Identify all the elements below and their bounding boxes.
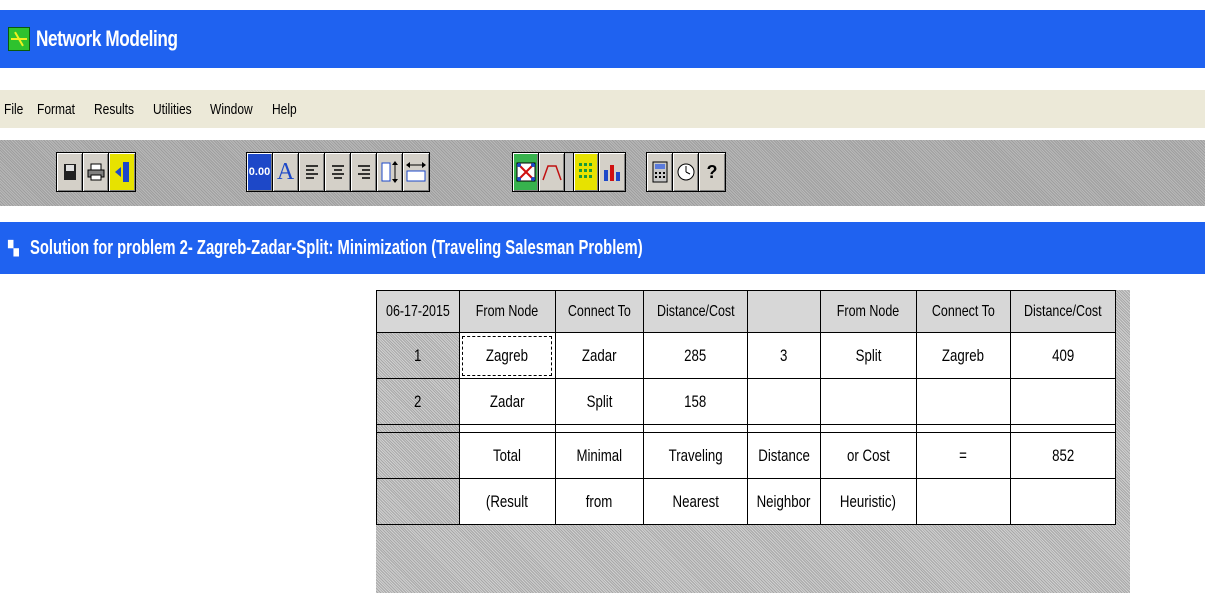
bar-chart-icon[interactable] — [599, 153, 625, 191]
table-cell[interactable] — [1009, 478, 1116, 525]
table-cell[interactable]: Total — [458, 432, 556, 479]
table-row: (Result from Nearest Neighbor Heuristic) — [376, 478, 1116, 525]
table-cell[interactable]: Zadar — [554, 332, 644, 379]
align-left-icon[interactable] — [299, 153, 325, 191]
align-center-icon[interactable] — [325, 153, 351, 191]
solution-window-titlebar[interactable]: ▚ Solution for problem 2- Zagreb-Zadar-S… — [0, 222, 1205, 274]
row-number[interactable]: 2 — [376, 378, 460, 425]
menu-file[interactable]: File — [4, 101, 23, 118]
clock-icon[interactable] — [673, 153, 699, 191]
table-cell[interactable] — [1009, 378, 1116, 425]
table-row: 2 Zadar Split 158 — [376, 378, 1116, 425]
header-connect-to[interactable]: Connect To — [554, 290, 644, 333]
table-cell[interactable]: Traveling — [642, 432, 748, 479]
header-distance-cost[interactable]: Distance/Cost — [1009, 290, 1116, 333]
table-cell — [915, 424, 1011, 433]
table-cell[interactable]: Split — [819, 332, 917, 379]
app-title: Network Modeling — [36, 26, 178, 51]
document-window-icon: ▚ — [8, 240, 19, 256]
table-cell[interactable]: (Result — [458, 478, 556, 525]
toolbar-group-tools: ? — [646, 152, 726, 192]
table-cell — [554, 424, 644, 433]
table-cell[interactable]: 285 — [642, 332, 748, 379]
decimal-format-icon[interactable]: 0.00 — [247, 153, 273, 191]
table-cell — [819, 424, 917, 433]
table-row: 1 Zagreb Zadar 285 3 Split Zagreb 409 — [376, 332, 1116, 379]
curve-chart-icon[interactable] — [539, 153, 565, 191]
header-connect-to[interactable]: Connect To — [915, 290, 1011, 333]
table-cell[interactable] — [819, 378, 917, 425]
print-icon[interactable] — [83, 153, 109, 191]
row-number[interactable]: 1 — [376, 332, 460, 379]
table-cell — [642, 424, 748, 433]
table-cell[interactable] — [915, 378, 1011, 425]
toolbar-group-format: 0.00 A — [246, 152, 430, 192]
toolbar: 0.00 A ? — [0, 140, 1205, 206]
grid-view-icon[interactable] — [573, 153, 599, 191]
table-cell[interactable]: Distance — [746, 432, 821, 479]
table-cell[interactable]: 3 — [746, 332, 821, 379]
table-cell[interactable] — [746, 378, 821, 425]
header-blank[interactable] — [746, 290, 821, 333]
row-number[interactable] — [376, 478, 460, 525]
toolbar-group-file — [56, 152, 136, 192]
table-cell[interactable]: from — [554, 478, 644, 525]
row-number[interactable] — [376, 432, 460, 479]
table-cell[interactable]: Heuristic) — [819, 478, 917, 525]
header-distance-cost[interactable]: Distance/Cost — [642, 290, 748, 333]
table-cell[interactable]: Split — [554, 378, 644, 425]
menu-utilities[interactable]: Utilities — [153, 101, 192, 118]
table-cell — [1009, 424, 1116, 433]
table-cell — [746, 424, 821, 433]
network-modeling-app-icon — [8, 27, 30, 51]
table-cell[interactable]: Zadar — [458, 378, 556, 425]
table-cell[interactable]: Nearest — [642, 478, 748, 525]
table-cell[interactable]: 409 — [1009, 332, 1116, 379]
align-right-icon[interactable] — [351, 153, 377, 191]
solution-window-title: Solution for problem 2- Zagreb-Zadar-Spl… — [30, 236, 643, 259]
menu-format[interactable]: Format — [37, 101, 75, 118]
menu-help[interactable]: Help — [272, 101, 297, 118]
table-cell[interactable]: Neighbor — [746, 478, 821, 525]
font-icon[interactable]: A — [273, 153, 299, 191]
calculator-icon[interactable] — [647, 153, 673, 191]
column-width-icon[interactable] — [403, 153, 429, 191]
menu-window[interactable]: Window — [210, 101, 253, 118]
row-height-icon[interactable] — [377, 153, 403, 191]
solution-grid: 06-17-2015 From Node Connect To Distance… — [376, 290, 1130, 593]
menu-bar: File Format Results Utilities Window Hel… — [0, 90, 1205, 128]
solution-table: 06-17-2015 From Node Connect To Distance… — [376, 290, 1116, 525]
help-icon[interactable]: ? — [699, 153, 725, 191]
table-spacer-row — [376, 424, 1116, 433]
table-cell[interactable]: 158 — [642, 378, 748, 425]
header-date: 06-17-2015 — [376, 290, 460, 333]
graph-network-icon[interactable] — [513, 153, 539, 191]
app-titlebar[interactable]: Network Modeling — [0, 10, 1205, 68]
exit-icon[interactable] — [109, 153, 135, 191]
table-cell[interactable]: Minimal — [554, 432, 644, 479]
table-cell[interactable] — [915, 478, 1011, 525]
table-cell[interactable]: Zagreb — [915, 332, 1011, 379]
table-row: Total Minimal Traveling Distance or Cost… — [376, 432, 1116, 479]
menu-results[interactable]: Results — [94, 101, 134, 118]
save-icon[interactable] — [57, 153, 83, 191]
table-cell[interactable]: 852 — [1009, 432, 1116, 479]
table-cell[interactable]: Zagreb — [458, 332, 556, 379]
table-cell — [458, 424, 556, 433]
row-number — [376, 424, 460, 433]
header-from-node[interactable]: From Node — [458, 290, 556, 333]
table-header-row: 06-17-2015 From Node Connect To Distance… — [376, 290, 1116, 333]
table-cell[interactable]: = — [915, 432, 1011, 479]
header-from-node[interactable]: From Node — [819, 290, 917, 333]
table-cell[interactable]: or Cost — [819, 432, 917, 479]
toolbar-group-views — [512, 152, 626, 192]
